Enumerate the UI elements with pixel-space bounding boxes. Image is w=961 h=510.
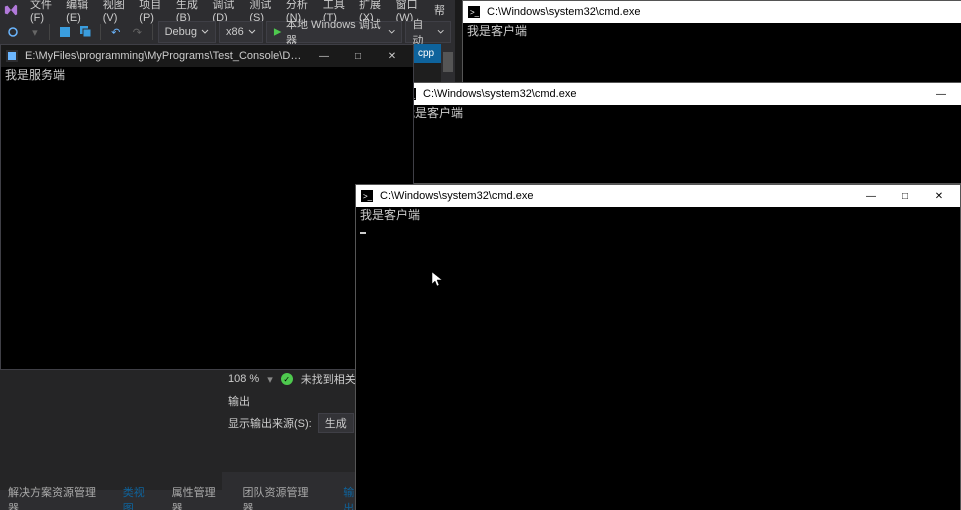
toolbar-separator bbox=[152, 24, 153, 40]
server-close-button[interactable]: ✕ bbox=[375, 45, 409, 67]
no-issues-icon: ✓ bbox=[281, 373, 293, 385]
config-value: Debug bbox=[165, 26, 197, 38]
cmd-icon: >_ bbox=[360, 189, 374, 203]
server-maximize-button[interactable]: □ bbox=[341, 45, 375, 67]
svg-text:>_: >_ bbox=[363, 192, 373, 201]
server-minimize-button[interactable]: — bbox=[307, 45, 341, 67]
server-console-body: 我是服务端 bbox=[1, 67, 413, 86]
scrollbar-thumb[interactable] bbox=[443, 52, 453, 72]
cmd3-title: C:\Windows\system32\cmd.exe bbox=[380, 190, 854, 202]
toolbar-separator bbox=[100, 24, 101, 40]
cmd1-line1: 我是客户端 bbox=[467, 25, 527, 39]
output-show-from-label: 显示输出来源(S): bbox=[228, 415, 312, 431]
platform-dropdown[interactable]: x86 bbox=[219, 21, 263, 43]
cmd3-minimize-button[interactable]: — bbox=[854, 185, 888, 207]
cmd-icon: >_ bbox=[467, 5, 481, 19]
nav-back-icon[interactable] bbox=[4, 22, 23, 42]
vs-logo-icon bbox=[4, 3, 18, 17]
cmd1-title: C:\Windows\system32\cmd.exe bbox=[487, 6, 958, 18]
output-source-select[interactable]: 生成 bbox=[318, 413, 354, 433]
vs-menubar: 文件(F) 编辑(E) 视图(V) 项目(P) 生成(B) 调试(D) 测试(S… bbox=[0, 0, 455, 20]
cmd-window-3: >_ C:\Windows\system32\cmd.exe — □ ✕ 我是客… bbox=[355, 184, 961, 510]
tab-property-manager[interactable]: 属性管理器 bbox=[164, 482, 235, 510]
auto-dropdown[interactable]: 自动 bbox=[405, 21, 451, 43]
server-line1: 我是服务端 bbox=[5, 69, 65, 83]
server-console-window: E:\MyFiles\programming\MyPrograms\Test_C… bbox=[0, 44, 414, 370]
cmd1-titlebar[interactable]: >_ C:\Windows\system32\cmd.exe bbox=[463, 1, 961, 23]
cmd2-title: C:\Windows\system32\cmd.exe bbox=[423, 88, 924, 100]
zoom-level[interactable]: 108 % bbox=[228, 373, 259, 385]
vs-right-tab-strip: cpp bbox=[411, 44, 441, 63]
cmd2-body: 我是客户端 bbox=[399, 105, 961, 124]
server-console-title: E:\MyFiles\programming\MyPrograms\Test_C… bbox=[25, 50, 307, 62]
redo-icon[interactable]: ↷ bbox=[128, 22, 147, 42]
cmd3-maximize-button[interactable]: □ bbox=[888, 185, 922, 207]
run-debug-button[interactable]: 本地 Windows 调试器 bbox=[266, 21, 403, 43]
cmd3-line1: 我是客户端 bbox=[360, 209, 420, 223]
server-console-titlebar[interactable]: E:\MyFiles\programming\MyPrograms\Test_C… bbox=[1, 45, 413, 67]
exe-icon bbox=[5, 49, 19, 63]
cmd2-titlebar[interactable]: >_ C:\Windows\system32\cmd.exe — bbox=[399, 83, 961, 105]
cmd1-body: 我是客户端 bbox=[463, 23, 961, 42]
tab-solution-explorer[interactable]: 解决方案资源管理器 bbox=[0, 482, 115, 510]
cmd-window-1: >_ C:\Windows\system32\cmd.exe 我是客户端 bbox=[462, 0, 961, 84]
undo-icon[interactable]: ↶ bbox=[106, 22, 125, 42]
tab-class-view[interactable]: 类视图 bbox=[115, 482, 164, 510]
cpp-tab[interactable]: cpp bbox=[411, 44, 441, 63]
cmd-window-2: >_ C:\Windows\system32\cmd.exe — 我是客户端 bbox=[398, 82, 961, 184]
cmd3-titlebar[interactable]: >_ C:\Windows\system32\cmd.exe — □ ✕ bbox=[356, 185, 960, 207]
cmd3-close-button[interactable]: ✕ bbox=[922, 185, 956, 207]
save-all-icon[interactable] bbox=[77, 22, 96, 42]
text-cursor bbox=[360, 232, 366, 234]
cmd3-body: 我是客户端 bbox=[356, 207, 960, 241]
vs-toolbar: ▾ ↶ ↷ Debug x86 本地 Windows 调试器 自动 bbox=[0, 20, 455, 45]
config-dropdown[interactable]: Debug bbox=[158, 21, 216, 43]
save-icon[interactable] bbox=[55, 22, 74, 42]
tab-team-explorer[interactable]: 团队资源管理器 bbox=[234, 482, 327, 510]
vs-left-panel bbox=[0, 368, 222, 490]
platform-value: x86 bbox=[226, 26, 244, 38]
toolbar-separator bbox=[49, 24, 50, 40]
cmd2-minimize-button[interactable]: — bbox=[924, 83, 958, 105]
nav-fwd-icon[interactable]: ▾ bbox=[26, 22, 45, 42]
svg-text:>_: >_ bbox=[470, 8, 480, 17]
